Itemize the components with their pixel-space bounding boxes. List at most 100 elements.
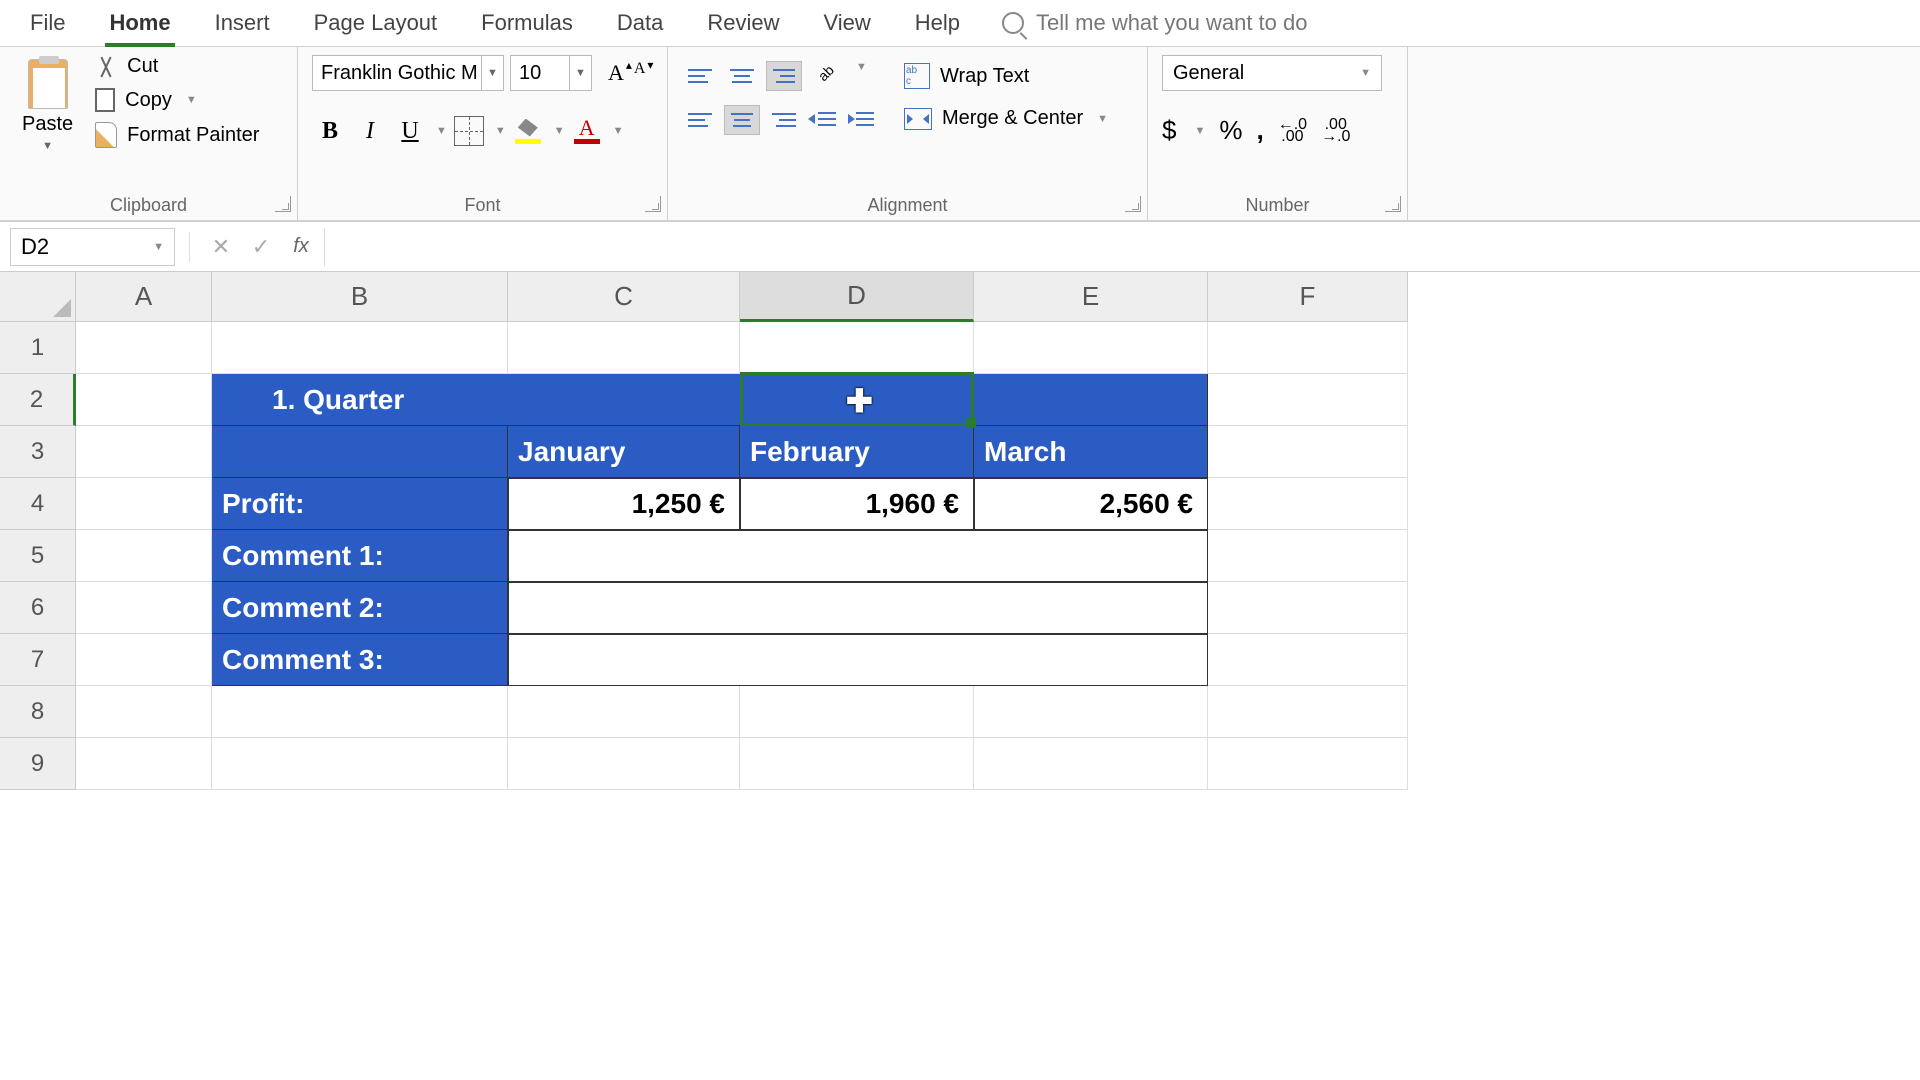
tell-me-search[interactable]: Tell me what you want to do — [1002, 10, 1307, 36]
font-color-dropdown-icon[interactable]: ▼ — [609, 125, 624, 137]
align-middle-button[interactable] — [724, 61, 760, 91]
menu-review[interactable]: Review — [685, 0, 801, 47]
cell-d3-month[interactable]: February — [740, 426, 974, 478]
menu-home[interactable]: Home — [87, 0, 192, 47]
cell-b6-comment2-label[interactable]: Comment 2: — [212, 582, 508, 634]
cut-button[interactable]: Cut — [95, 55, 259, 78]
paste-dropdown-icon[interactable]: ▼ — [42, 140, 53, 152]
cell-b3[interactable] — [212, 426, 508, 478]
cell-c3-month[interactable]: January — [508, 426, 740, 478]
cell-e8[interactable] — [974, 686, 1208, 738]
align-left-button[interactable] — [682, 105, 718, 135]
cell-e4-profit[interactable]: 2,560 € — [974, 478, 1208, 530]
cell-c1[interactable] — [508, 322, 740, 374]
cell-f1[interactable] — [1208, 322, 1408, 374]
underline-button[interactable]: U — [392, 113, 428, 149]
cell-e9[interactable] — [974, 738, 1208, 790]
cell-a1[interactable] — [76, 322, 212, 374]
font-launcher[interactable] — [645, 196, 661, 212]
align-bottom-button[interactable] — [766, 61, 802, 91]
cell-f3[interactable] — [1208, 426, 1408, 478]
font-name-dropdown-icon[interactable]: ▼ — [482, 55, 504, 91]
cell-e3-month[interactable]: March — [974, 426, 1208, 478]
cell-d8[interactable] — [740, 686, 974, 738]
cell-c4-profit[interactable]: 1,250 € — [508, 478, 740, 530]
italic-button[interactable]: I — [352, 113, 388, 149]
font-name-select[interactable]: Franklin Gothic M — [312, 55, 482, 91]
cell-c8[interactable] — [508, 686, 740, 738]
font-size-select[interactable]: 10 — [510, 55, 570, 91]
name-box[interactable]: D2 ▼ — [10, 228, 175, 266]
cell-b8[interactable] — [212, 686, 508, 738]
copy-dropdown-icon[interactable]: ▼ — [182, 94, 197, 106]
underline-dropdown-icon[interactable]: ▼ — [432, 125, 447, 137]
orientation-dropdown-icon[interactable]: ▼ — [852, 61, 867, 91]
format-painter-button[interactable]: Format Painter — [95, 122, 259, 148]
col-header-a[interactable]: A — [76, 272, 212, 322]
select-all-corner[interactable] — [0, 272, 76, 322]
cell-a6[interactable] — [76, 582, 212, 634]
wrap-text-button[interactable]: abc Wrap Text — [904, 63, 1108, 89]
cell-a3[interactable] — [76, 426, 212, 478]
borders-dropdown-icon[interactable]: ▼ — [491, 125, 506, 137]
cell-a4[interactable] — [76, 478, 212, 530]
merge-dropdown-icon[interactable]: ▼ — [1093, 113, 1108, 125]
menu-view[interactable]: View — [801, 0, 892, 47]
menu-formulas[interactable]: Formulas — [459, 0, 595, 47]
cell-e1[interactable] — [974, 322, 1208, 374]
cell-a2[interactable] — [76, 374, 212, 426]
orientation-button[interactable] — [816, 61, 846, 91]
cell-f2[interactable] — [1208, 374, 1408, 426]
cell-a9[interactable] — [76, 738, 212, 790]
insert-function-button[interactable]: fx — [284, 230, 318, 264]
number-format-select[interactable]: General ▼ — [1162, 55, 1382, 91]
row-header-3[interactable]: 3 — [0, 426, 76, 478]
row-header-2[interactable]: 2 — [0, 374, 76, 426]
cell-d1[interactable] — [740, 322, 974, 374]
cell-a7[interactable] — [76, 634, 212, 686]
cancel-entry-button[interactable]: ✕ — [204, 230, 238, 264]
row-header-7[interactable]: 7 — [0, 634, 76, 686]
cell-f9[interactable] — [1208, 738, 1408, 790]
decrease-font-size-button[interactable]: A▾ — [630, 60, 650, 86]
merge-center-button[interactable]: Merge & Center ▼ — [904, 107, 1108, 130]
menu-file[interactable]: File — [8, 0, 87, 47]
row-header-8[interactable]: 8 — [0, 686, 76, 738]
clipboard-launcher[interactable] — [275, 196, 291, 212]
formula-input[interactable] — [324, 228, 1910, 266]
cell-f5[interactable] — [1208, 530, 1408, 582]
row-header-6[interactable]: 6 — [0, 582, 76, 634]
number-launcher[interactable] — [1385, 196, 1401, 212]
cell-c7-comment3[interactable] — [508, 634, 1208, 686]
font-color-button[interactable]: A — [569, 113, 605, 149]
row-header-1[interactable]: 1 — [0, 322, 76, 374]
col-header-c[interactable]: C — [508, 272, 740, 322]
cell-b4-profit-label[interactable]: Profit: — [212, 478, 508, 530]
row-header-4[interactable]: 4 — [0, 478, 76, 530]
row-header-5[interactable]: 5 — [0, 530, 76, 582]
alignment-launcher[interactable] — [1125, 196, 1141, 212]
bold-button[interactable]: B — [312, 113, 348, 149]
cell-b5-comment1-label[interactable]: Comment 1: — [212, 530, 508, 582]
cell-b9[interactable] — [212, 738, 508, 790]
fill-color-dropdown-icon[interactable]: ▼ — [550, 125, 565, 137]
decrease-decimal-button[interactable]: .00→.0 — [1321, 119, 1350, 143]
col-header-e[interactable]: E — [974, 272, 1208, 322]
menu-page-layout[interactable]: Page Layout — [292, 0, 460, 47]
copy-button[interactable]: Copy ▼ — [95, 88, 259, 112]
cell-f8[interactable] — [1208, 686, 1408, 738]
row-header-9[interactable]: 9 — [0, 738, 76, 790]
col-header-d[interactable]: D — [740, 272, 974, 322]
align-top-button[interactable] — [682, 61, 718, 91]
cell-a5[interactable] — [76, 530, 212, 582]
cell-c6-comment2[interactable] — [508, 582, 1208, 634]
align-right-button[interactable] — [766, 105, 802, 135]
percent-format-button[interactable]: % — [1219, 115, 1242, 146]
fill-color-button[interactable] — [510, 113, 546, 149]
font-size-dropdown-icon[interactable]: ▼ — [570, 55, 592, 91]
confirm-entry-button[interactable]: ✓ — [244, 230, 278, 264]
increase-indent-button[interactable] — [846, 105, 878, 133]
borders-button[interactable] — [451, 113, 487, 149]
accounting-dropdown-icon[interactable]: ▼ — [1190, 125, 1205, 137]
paste-button[interactable]: Paste ▼ — [14, 55, 81, 156]
